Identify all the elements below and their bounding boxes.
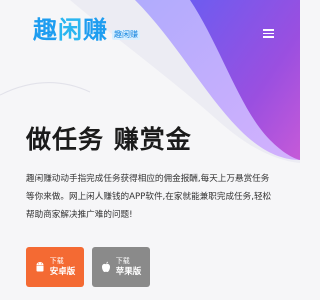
page-title: 做任务 赚赏金 bbox=[26, 125, 192, 154]
logo[interactable]: 趣闲赚 趣闲赚 bbox=[33, 18, 140, 42]
download-android-button[interactable]: 下载 安卓版 bbox=[26, 247, 84, 287]
hero-description: 趣闲赚动动手指完成任务获得相应的佣金报酬,每天上万悬赏任务等你来做。网上闲人赚钱… bbox=[26, 174, 272, 220]
logo-text: 趣闲赚 bbox=[33, 16, 108, 44]
android-icon bbox=[36, 262, 44, 272]
menu-button[interactable] bbox=[263, 29, 274, 38]
download-ios-label: 苹果版 bbox=[115, 267, 142, 277]
download-ios-button[interactable]: 下载 苹果版 bbox=[92, 247, 150, 287]
apple-icon bbox=[101, 261, 110, 272]
download-android-label: 安卓版 bbox=[49, 267, 76, 277]
site-header: 趣闲赚 趣闲赚 bbox=[0, 0, 300, 68]
logo-badge: 趣闲赚 bbox=[112, 30, 140, 40]
hamburger-icon bbox=[263, 29, 274, 31]
download-ios-small: 下载 bbox=[115, 257, 130, 265]
download-android-small: 下载 bbox=[49, 257, 64, 265]
